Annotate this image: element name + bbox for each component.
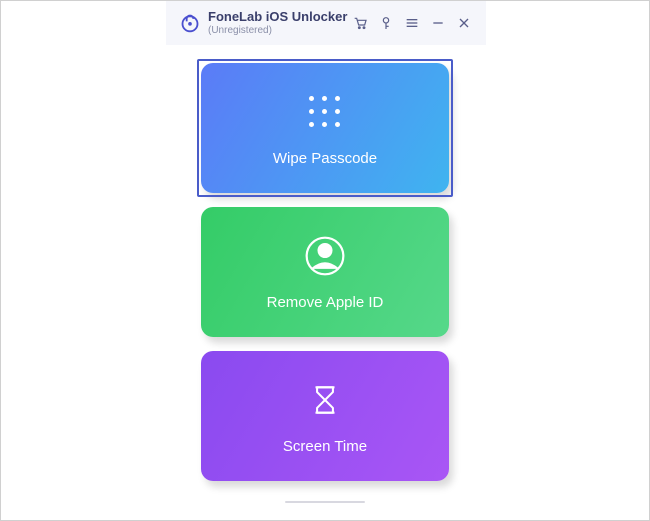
minimize-icon[interactable] xyxy=(430,15,446,31)
app-header: FoneLab iOS Unlocker (Unregistered) xyxy=(166,1,486,45)
screen-time-card[interactable]: Screen Time xyxy=(201,351,449,481)
menu-icon[interactable] xyxy=(404,15,420,31)
person-circle-icon xyxy=(303,234,347,278)
remove-apple-id-label: Remove Apple ID xyxy=(267,294,384,311)
cart-icon[interactable] xyxy=(352,15,368,31)
key-icon[interactable] xyxy=(378,15,394,31)
wipe-passcode-label: Wipe Passcode xyxy=(273,150,377,167)
bottom-indicator xyxy=(285,501,365,503)
app-title: FoneLab iOS Unlocker xyxy=(208,10,352,24)
hourglass-icon xyxy=(306,378,344,422)
header-toolbar xyxy=(352,15,472,31)
title-block: FoneLab iOS Unlocker (Unregistered) xyxy=(208,10,352,35)
main-content: Wipe Passcode Remove Apple ID Screen Tim… xyxy=(1,45,649,503)
passcode-dots-icon xyxy=(309,90,341,134)
wipe-passcode-card[interactable]: Wipe Passcode xyxy=(201,63,449,193)
screen-time-label: Screen Time xyxy=(283,438,367,455)
app-logo-icon xyxy=(180,13,200,33)
remove-apple-id-card[interactable]: Remove Apple ID xyxy=(201,207,449,337)
app-subtitle: (Unregistered) xyxy=(208,25,352,36)
close-icon[interactable] xyxy=(456,15,472,31)
